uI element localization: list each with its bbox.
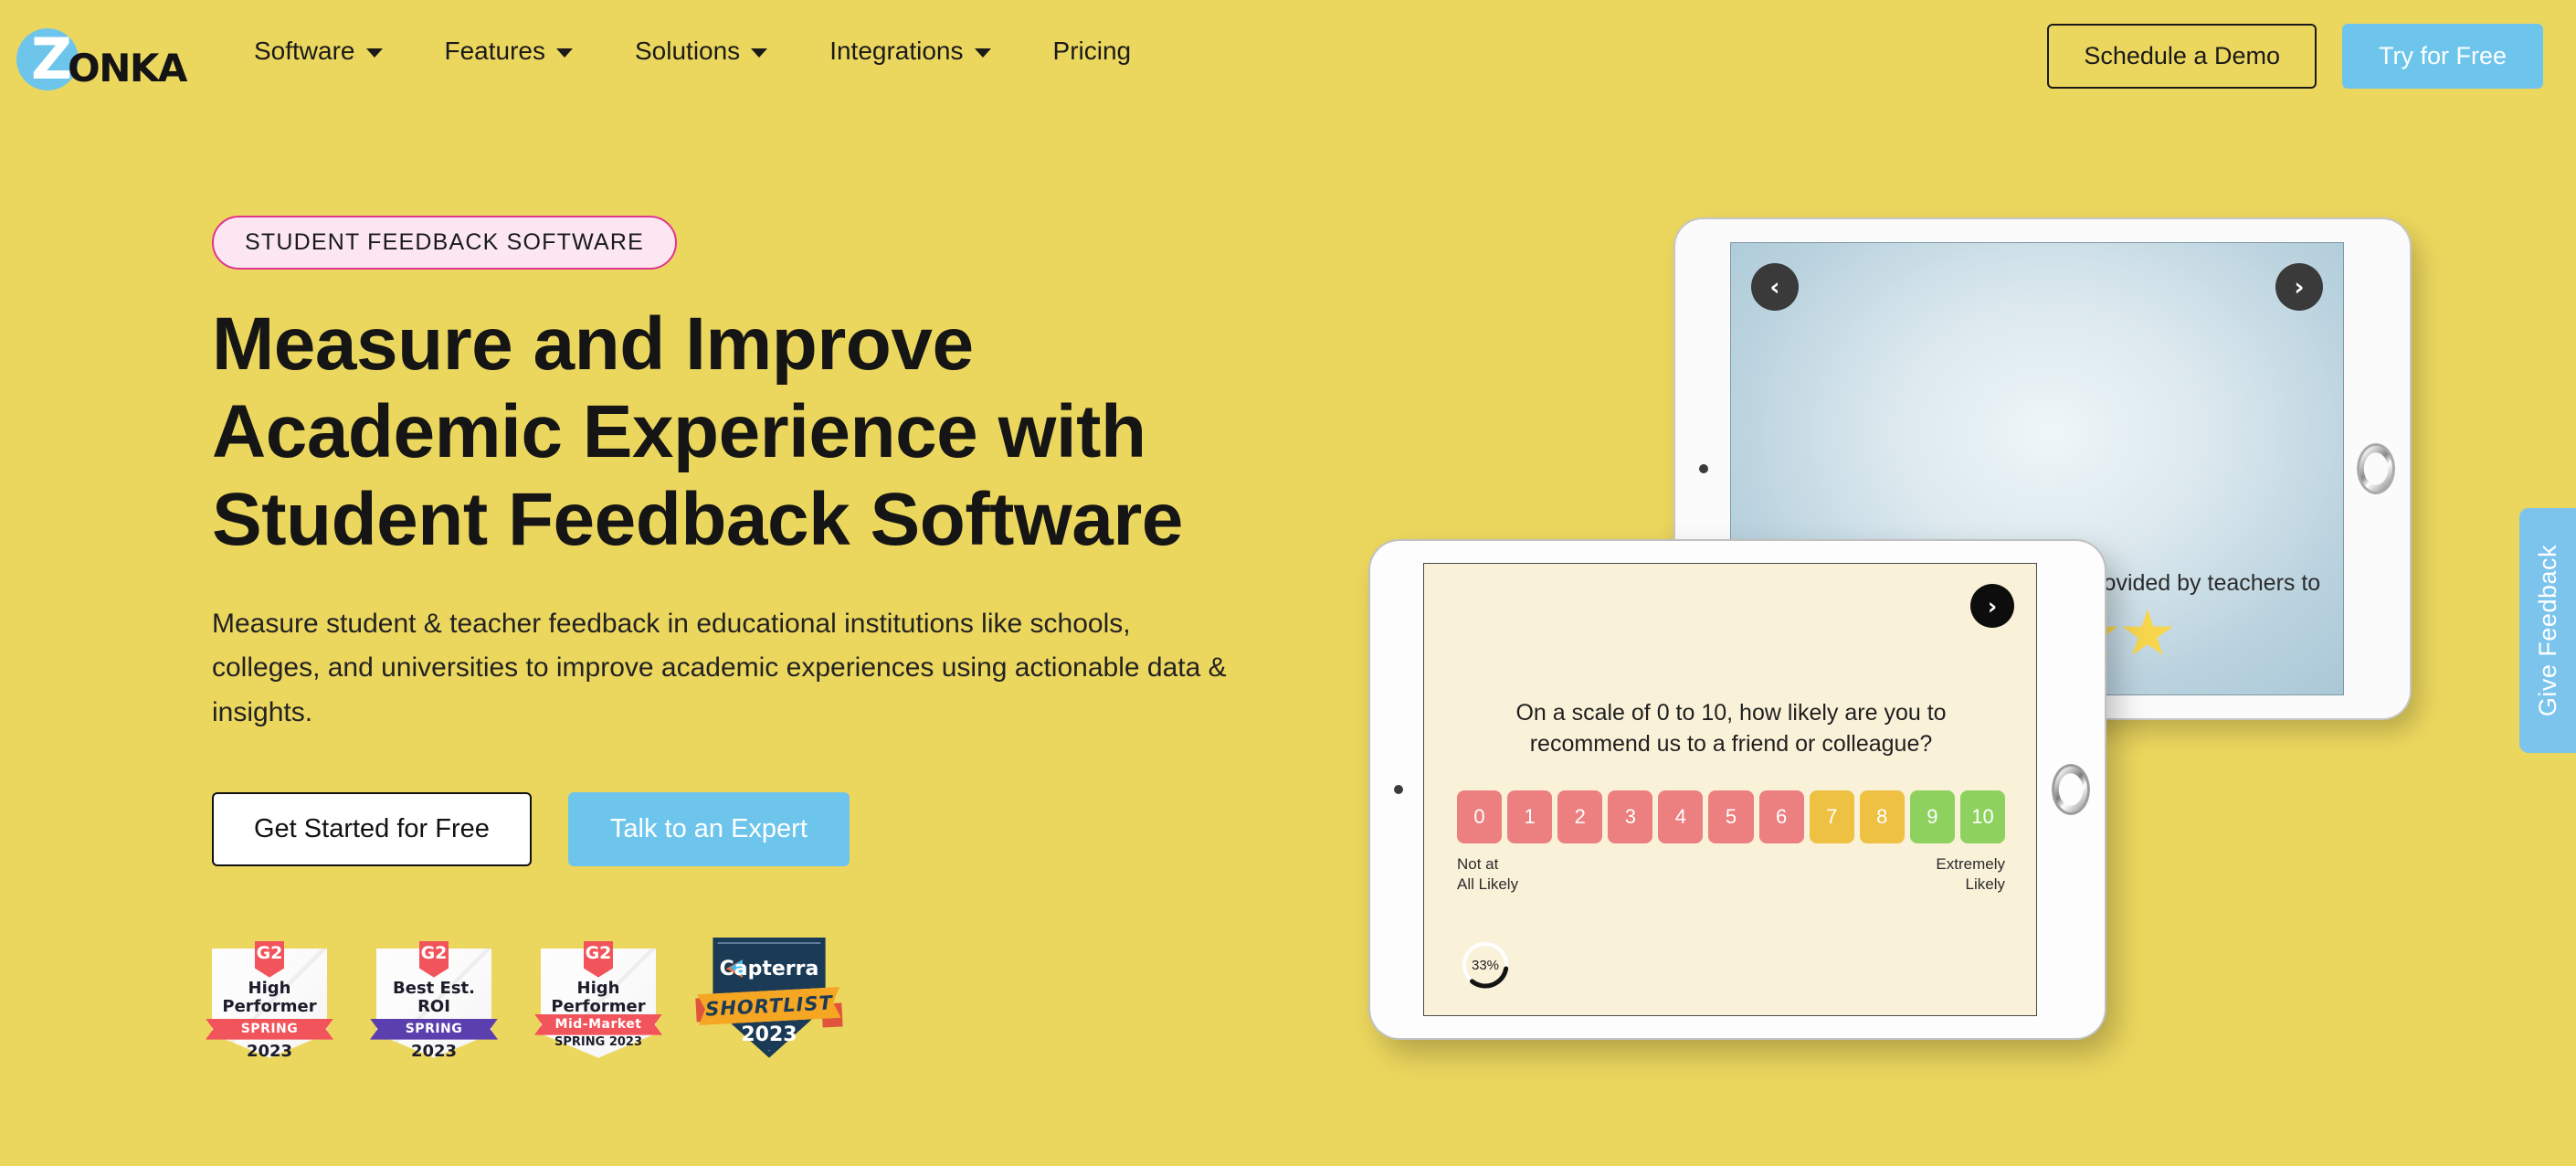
nps-option-7[interactable]: 7 [1809,790,1854,843]
survey-progress-ring: 33% [1459,938,1512,991]
nav-label: Pricing [1052,37,1132,65]
eyebrow-badge: STUDENT FEEDBACK SOFTWARE [212,216,677,270]
award-badges: G2 High Performer SPRING 2023 G2 Best Es… [206,937,1308,1061]
nps-option-2[interactable]: 2 [1557,790,1603,843]
logo-mark: Z ONKA [16,26,187,93]
home-button-icon [2357,443,2395,494]
badge-capterra-shortlist: Capterra SHORTLIST 2023 [695,937,843,1058]
nps-option-4[interactable]: 4 [1658,790,1704,843]
nps-option-0[interactable]: 0 [1457,790,1503,843]
badge-g2-best-est-roi: G2 Best Est. ROI SPRING 2023 [370,940,498,1061]
give-feedback-label: Give Feedback [2533,544,2561,717]
badge-year: 2023 [246,1041,293,1061]
nps-option-3[interactable]: 3 [1608,790,1653,843]
page-title: Measure and Improve Academic Experience … [212,302,1183,561]
badge-g2-high-performer-spring: G2 High Performer SPRING 2023 [206,940,333,1061]
page-root: Z ONKA Software Features Solutions Integ… [0,0,2576,1166]
tablet-mockup-nps: › On a scale of 0 to 10, how likely are … [1370,541,2105,1038]
badge-title: Capterra [719,957,819,980]
nps-scale[interactable]: 0 1 2 3 4 5 6 7 8 9 10 [1457,790,2006,843]
star-icon[interactable] [2122,609,2173,655]
prev-arrow-icon[interactable]: ‹ [1751,263,1799,311]
badge-title: High Performer [222,978,317,1017]
next-arrow-icon[interactable]: › [1970,584,2014,628]
nav-label: Features [444,37,546,65]
site-header: Z ONKA Software Features Solutions Integ… [0,0,2576,121]
nav-label: Solutions [635,37,741,65]
nav-label: Integrations [829,37,964,65]
hero-left-column: STUDENT FEEDBACK SOFTWARE Measure and Im… [206,216,1308,1061]
badge-year: 2023 [410,1041,458,1061]
try-for-free-button[interactable]: Try for Free [2341,24,2543,89]
hero-cta-row: Get Started for Free Talk to an Expert [212,791,1308,866]
badge-subtitle: SPRING 2023 [554,1034,642,1049]
survey-screen-nps: › On a scale of 0 to 10, how likely are … [1423,563,2037,1016]
chevron-down-icon [556,48,573,58]
get-started-button[interactable]: Get Started for Free [212,791,532,866]
chevron-down-icon [365,48,383,58]
nps-option-10[interactable]: 10 [1959,790,2006,843]
give-feedback-tab[interactable]: Give Feedback [2519,508,2576,753]
badge-ribbon: SPRING [206,1018,333,1040]
progress-percent-label: 33% [1471,957,1500,973]
badge-g2-high-performer-mid-market: G2 High Performer Mid-Market SPRING 2023 [534,940,662,1058]
schedule-demo-button[interactable]: Schedule a Demo [2047,24,2317,89]
chevron-down-icon [974,48,991,58]
logo-wordmark: ONKA [68,46,187,90]
nps-endpoint-labels: Not at All Likely Extremely Likely [1457,854,2005,895]
nps-label-high: Extremely Likely [1936,855,2005,894]
nps-question-text: On a scale of 0 to 10, how likely are yo… [1515,700,1947,757]
header-actions: Schedule a Demo Try for Free [2047,24,2543,89]
nav-item-solutions[interactable]: Solutions [635,37,768,66]
nps-option-8[interactable]: 8 [1859,790,1905,843]
badge-title: High Performer [551,978,646,1017]
nps-option-9[interactable]: 9 [1909,790,1955,843]
badge-ribbon: Mid-Market [534,1013,662,1035]
chevron-down-icon [751,48,768,58]
hero-subcopy: Measure student & teacher feedback in ed… [212,608,1227,727]
nav-label: Software [254,37,355,65]
badge-year: 2023 [741,1023,797,1046]
logo-letter: Z [31,26,72,92]
badge-title: Best Est. ROI [393,978,475,1017]
nps-label-low: Not at All Likely [1457,855,1519,894]
nav-item-features[interactable]: Features [444,37,573,66]
nps-option-5[interactable]: 5 [1708,790,1754,843]
camera-icon [1699,464,1708,473]
nav-item-software[interactable]: Software [254,37,383,66]
home-button-icon [2052,764,2090,815]
talk-to-expert-button[interactable]: Talk to an Expert [567,791,850,866]
nps-option-1[interactable]: 1 [1507,790,1553,843]
next-arrow-icon[interactable]: › [2275,263,2323,311]
camera-icon [1394,785,1403,794]
nav-item-pricing[interactable]: Pricing [1053,37,1132,66]
main-nav: Software Features Solutions Integrations… [254,37,1193,66]
nav-item-integrations[interactable]: Integrations [829,37,991,66]
zonka-logo[interactable]: Z ONKA [16,26,187,93]
badge-ribbon: SPRING [370,1018,498,1040]
nps-option-6[interactable]: 6 [1758,790,1804,843]
